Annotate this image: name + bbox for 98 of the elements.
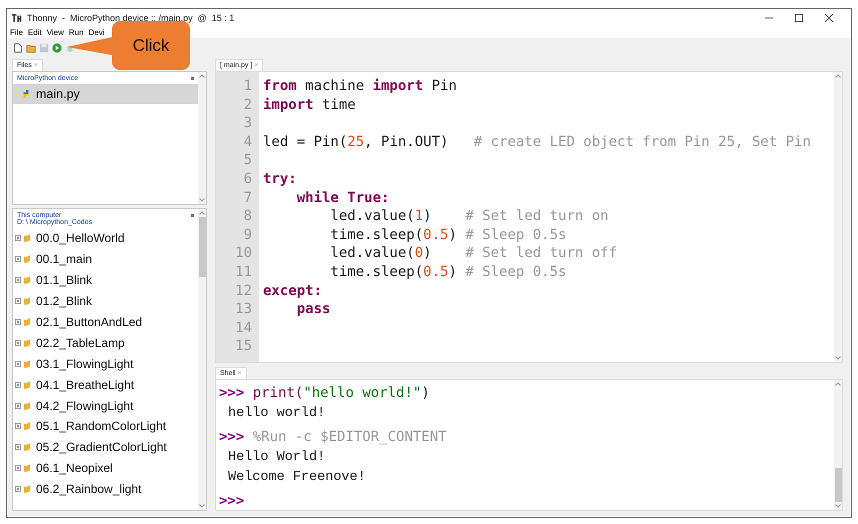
line-number: 10 xyxy=(235,244,252,263)
shell-prompt: >>> xyxy=(219,492,246,511)
code-line: try: xyxy=(263,170,297,187)
scrollbar[interactable] xyxy=(198,72,206,204)
code-line: from machine import Pin xyxy=(263,78,457,94)
code-line: pass xyxy=(296,301,330,318)
folder-item[interactable]: 05.2_GradientColorLight xyxy=(13,436,198,458)
shell-command-line: >>> %Run -c $EDITOR_CONTENT xyxy=(219,428,448,447)
scroll-up-icon[interactable] xyxy=(835,382,841,386)
scroll-down-icon[interactable] xyxy=(199,198,205,202)
folder-icon xyxy=(24,276,30,284)
expand-icon[interactable] xyxy=(15,382,21,388)
scrollbar[interactable] xyxy=(198,209,206,510)
line-number: 15 xyxy=(235,337,252,356)
folder-item[interactable]: 00.0_HelloWorld xyxy=(13,228,198,249)
expand-icon[interactable] xyxy=(15,360,21,367)
line-number: 6 xyxy=(244,170,252,189)
code-line: led.value(1) # Set led turn on xyxy=(329,208,609,224)
folder-item[interactable]: 00.1_main xyxy=(13,248,198,270)
expand-icon[interactable] xyxy=(15,340,21,346)
folder-icon xyxy=(24,360,30,368)
expand-icon[interactable] xyxy=(15,256,21,262)
expand-icon[interactable] xyxy=(15,465,21,472)
line-number: 3 xyxy=(244,114,252,133)
code-line: led = Pin(25, Pin.OUT) # create LED object from Pin 25, Set Pin xyxy=(263,134,811,150)
shell-code-line: >>> print("hello world!") xyxy=(219,384,431,403)
code-line: except: xyxy=(263,282,322,299)
run-icon[interactable] xyxy=(52,42,62,52)
line-number: 5 xyxy=(244,151,252,170)
folder-icon xyxy=(24,443,30,452)
folder-item[interactable]: 01.2_Blink xyxy=(13,290,198,312)
code-line: time.sleep(0.5) # Sleep 0.5s xyxy=(329,226,566,243)
scrollbar[interactable] xyxy=(834,72,842,362)
folder-icon[interactable] xyxy=(26,42,36,52)
expand-icon[interactable] xyxy=(15,444,21,450)
code-line: time.sleep(0.5) # Sleep 0.5s xyxy=(329,264,566,280)
line-number: 8 xyxy=(244,207,252,226)
maximize-icon[interactable] xyxy=(795,14,803,22)
folder-item[interactable]: 02.1_ButtonAndLed xyxy=(13,312,198,332)
scroll-down-icon[interactable] xyxy=(835,356,841,360)
window-title: Thonny - MicroPython device :: /main.py @ 15 : 1 xyxy=(27,12,236,22)
line-number: 9 xyxy=(244,226,252,244)
shell-output-text: hello world! xyxy=(227,405,326,423)
line-number: 13 xyxy=(235,300,252,319)
code-line: import time xyxy=(263,96,356,113)
folder-icon xyxy=(24,464,30,472)
line-number: 7 xyxy=(244,188,252,208)
folder-icon xyxy=(24,485,30,494)
folder-icon xyxy=(24,402,30,410)
line-number: 1 xyxy=(244,77,252,96)
expand-icon[interactable] xyxy=(15,319,21,325)
scroll-up-icon[interactable] xyxy=(199,74,205,78)
close-icon[interactable] xyxy=(825,14,833,22)
code-line: while True: xyxy=(296,190,390,206)
folder-icon xyxy=(24,380,30,389)
python-file-icon xyxy=(22,90,30,98)
folder-item[interactable]: 04.1_BreatheLight xyxy=(13,374,198,396)
folder-icon xyxy=(24,297,30,306)
folder-item[interactable]: 02.2_TableLamp xyxy=(13,332,198,354)
scroll-down-icon[interactable] xyxy=(199,504,205,508)
folder-item[interactable]: 05.1_RandomColorLight xyxy=(13,416,198,437)
code-line: led.value(0) # Set led turn off xyxy=(329,245,618,262)
line-number: 4 xyxy=(244,132,252,152)
menu-item[interactable]: File xyxy=(10,28,23,36)
scroll-up-icon[interactable] xyxy=(835,74,841,78)
menu-item[interactable]: Run xyxy=(68,28,84,36)
folder-item[interactable]: 01.1_Blink xyxy=(13,270,198,291)
folder-icon xyxy=(24,422,30,430)
line-number: 14 xyxy=(235,318,252,338)
line-number: 12 xyxy=(235,282,252,300)
shell-output-text: Hello World! Welcome Freenove! xyxy=(227,449,367,487)
expand-icon[interactable] xyxy=(15,277,21,284)
expand-icon[interactable] xyxy=(15,486,21,492)
folder-icon xyxy=(24,255,30,264)
menu-item[interactable]: Edit xyxy=(28,28,42,36)
new-file-icon[interactable] xyxy=(13,42,23,52)
folder-item[interactable]: 06.2_Rainbow_light xyxy=(13,478,198,500)
menu-item[interactable]: Devi xyxy=(88,28,105,36)
menu-item[interactable]: View xyxy=(46,28,64,36)
callout-pointer xyxy=(67,35,113,58)
expand-icon[interactable] xyxy=(15,423,21,430)
folder-item[interactable]: 06.1_Neopixel xyxy=(13,458,198,479)
line-number: 2 xyxy=(244,96,252,114)
expand-icon[interactable] xyxy=(15,298,21,304)
folder-item[interactable]: 04.2_FlowingLight xyxy=(13,395,198,416)
folder-icon xyxy=(24,234,30,242)
expand-icon[interactable] xyxy=(15,402,21,409)
folder-item[interactable]: 03.1_FlowingLight xyxy=(13,353,198,374)
device-file-item[interactable]: main.py xyxy=(13,84,198,104)
app-logo-icon xyxy=(11,12,22,22)
line-number: 11 xyxy=(235,262,252,282)
folder-icon xyxy=(24,338,30,347)
expand-icon[interactable] xyxy=(15,235,21,242)
click-callout: Click xyxy=(112,21,190,70)
scroll-up-icon[interactable] xyxy=(199,211,205,215)
folder-icon xyxy=(24,318,30,326)
scrollbar[interactable] xyxy=(834,380,842,510)
scroll-down-icon[interactable] xyxy=(835,504,841,508)
